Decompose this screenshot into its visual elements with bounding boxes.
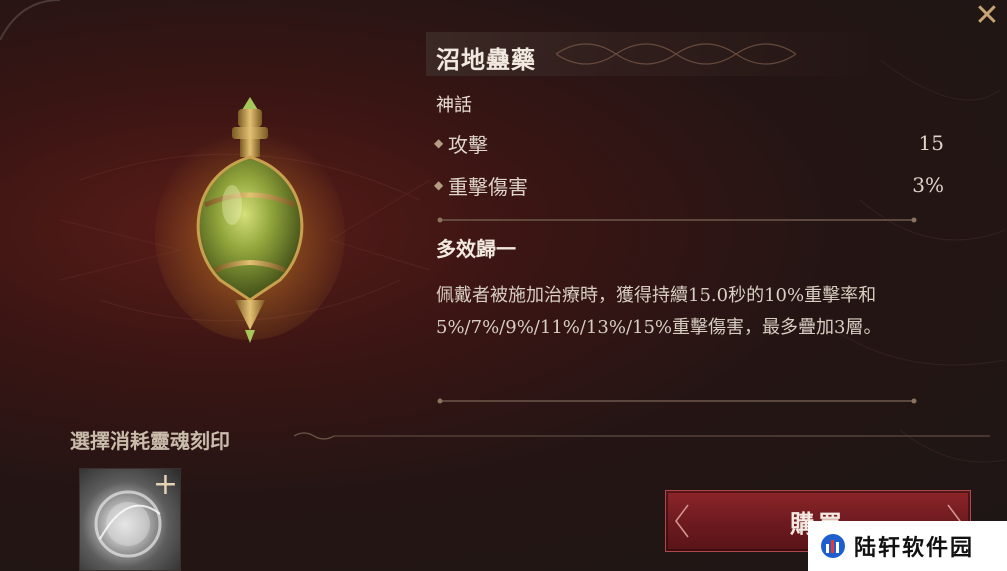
close-icon: ✕ [974,0,1000,33]
green-potion-flask-icon [155,97,345,343]
section-divider [437,398,917,404]
stat-row-crit-damage: ◆ 重擊傷害 3% [434,170,944,200]
item-detail-panel: 沼地蠱藥 神話 ◆ 攻擊 15 ◆ 重擊傷害 3% 多效歸一 佩戴者被施加治療時… [426,28,956,418]
effect-description: 佩戴者被施加治療時，獲得持續15.0秒的10%重擊率和5%/7%/9%/11%/… [436,285,882,338]
potion-item-image [150,95,350,345]
watermark-text: 陆轩软件园 [854,536,975,561]
stat-label: 重擊傷害 [448,174,528,199]
stat-row-attack: ◆ 攻擊 15 [434,128,944,158]
engrave-title-line [293,432,990,440]
item-name: 沼地蠱藥 [436,45,536,74]
item-rarity: 神話 [436,95,472,116]
stat-value: 3% [912,173,944,197]
engrave-section-title: 選擇消耗靈魂刻印 [70,429,230,453]
stat-label: 攻擊 [448,132,488,157]
watermark-logo-icon [821,534,845,558]
title-flourish [556,43,797,65]
diamond-bullet-icon: ◆ [434,178,444,192]
item-title-bar: 沼地蠱藥 [426,32,866,76]
effect-title: 多效歸一 [436,237,516,261]
section-divider [437,217,917,223]
add-plus-icon: + [152,467,178,502]
diamond-bullet-icon: ◆ [434,136,444,150]
watermark-badge: 陆轩软件园 [808,521,1007,571]
close-button[interactable]: ✕ [969,0,1005,32]
stat-value: 15 [918,131,944,155]
soul-engraving-slot[interactable]: + [79,468,181,571]
button-ornament-left [675,504,689,538]
